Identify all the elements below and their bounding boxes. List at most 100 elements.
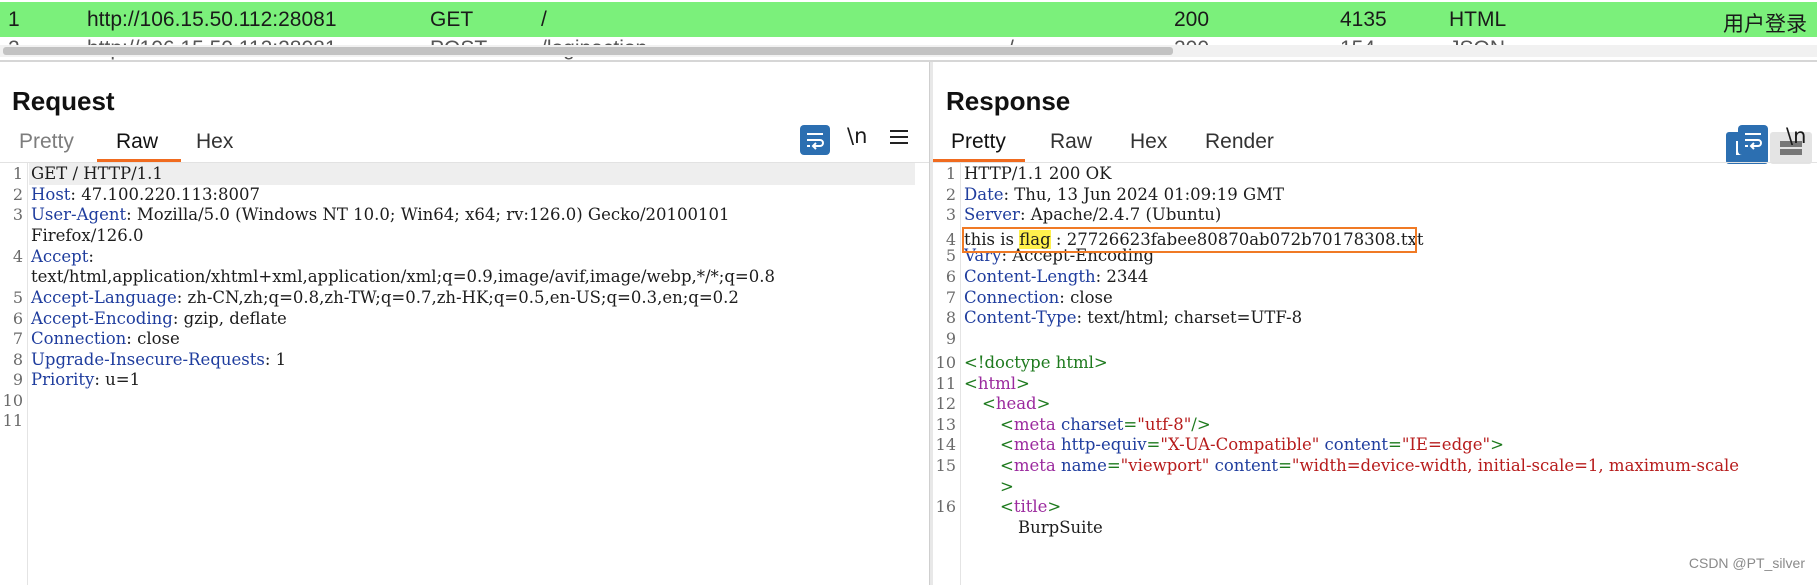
line-number: 6 (945, 267, 956, 286)
code-text: Firefox/126.0 (31, 226, 144, 245)
header-value: : u=1 (94, 370, 141, 389)
tab-raw[interactable]: Raw (1050, 130, 1092, 154)
header-value: : gzip, deflate (172, 309, 287, 328)
line-number: 4 (945, 230, 956, 249)
wrap-icon (807, 133, 824, 150)
response-title: Response (946, 86, 1071, 116)
header-value: : 2344 (1095, 267, 1149, 286)
code-text: User-Agent: Mozilla/5.0 (Windows NT 10.0… (31, 204, 730, 226)
header-value: : (88, 247, 94, 266)
header-value: : Apache/2.4.7 (Ubuntu) (1019, 205, 1222, 224)
header-name: Content-Length (964, 267, 1096, 286)
line-number: 2 (945, 185, 956, 204)
row-host: http://106.15.50.112:28081 (87, 8, 337, 31)
line-number: 11 (2, 411, 23, 430)
line-number: 10 (935, 353, 956, 372)
code-text: Content-Length: 2344 (964, 266, 1148, 288)
code-text: GET / HTTP/1.1 (31, 164, 163, 183)
code-text: Host: 47.100.220.113:8007 (31, 184, 260, 206)
header-value: : Mozilla/5.0 (Windows NT 10.0; Win64; x… (126, 205, 730, 224)
code-text: Connection: close (31, 328, 180, 350)
horizontal-scrollbar[interactable] (0, 45, 1817, 57)
header-name: Content-Type (964, 308, 1077, 327)
row-method: GET (430, 8, 474, 31)
code-text: Priority: u=1 (31, 369, 140, 391)
line-number: 14 (935, 435, 956, 454)
line-number: 6 (12, 309, 23, 328)
tab-pretty[interactable]: Pretty (951, 130, 1006, 154)
title-tag: <title> (1000, 497, 1062, 516)
line-number: 7 (945, 288, 956, 307)
header-name: Server (964, 205, 1020, 224)
row-url: / (541, 8, 547, 31)
header-value: : 1 (264, 350, 287, 369)
line-number: 3 (12, 205, 23, 224)
tab-pretty[interactable]: Pretty (19, 130, 74, 154)
header-name: Connection (31, 329, 127, 348)
line-number: 9 (12, 370, 23, 389)
doctype-text: <!doctype html> (964, 353, 1108, 372)
line-number: 9 (945, 329, 956, 348)
code-text: Accept: (31, 246, 94, 268)
line-number: 2 (12, 185, 23, 204)
line-number: 5 (12, 288, 23, 307)
line-number: 11 (935, 374, 956, 393)
request-editor[interactable]: 1 GET / HTTP/1.1 2 Host: 47.100.220.113:800… (0, 163, 929, 585)
header-name: User-Agent (31, 205, 127, 224)
header-value: : zh-CN,zh;q=0.8,zh-TW;q=0.7,zh-HK;q=0.5… (176, 288, 739, 307)
html-tag: <html> (964, 374, 1030, 393)
header-name: Accept (31, 247, 89, 266)
row-mime: HTML (1449, 8, 1507, 31)
code-text: Connection: close (964, 287, 1113, 309)
meta-tag: <meta charset="utf-8"/> (1000, 415, 1211, 434)
wrap-icon (1745, 133, 1762, 150)
code-text: Content-Type: text/html; charset=UTF-8 (964, 307, 1302, 329)
title-text: BurpSuite (1018, 518, 1103, 537)
flag-annotation-box (962, 227, 1417, 253)
code-text: HTTP/1.1 200 OK (964, 164, 1112, 183)
line-number: 1 (945, 164, 956, 183)
response-editor[interactable]: 1 HTTP/1.1 200 OK 2 Date: Thu, 13 Jun 2024 … (933, 163, 1817, 585)
show-newlines-button[interactable]: \n (1786, 124, 1806, 148)
tab-hex[interactable]: Hex (196, 130, 233, 154)
line-number: 8 (12, 350, 23, 369)
word-wrap-button[interactable] (1738, 125, 1768, 155)
row-number: 1 (8, 8, 20, 31)
tab-hex[interactable]: Hex (1130, 130, 1167, 154)
show-newlines-button[interactable]: \n (847, 124, 867, 148)
watermark: CSDN @PT_silver (1688, 555, 1805, 571)
code-text: Date: Thu, 13 Jun 2024 01:09:19 GMT (964, 184, 1284, 206)
header-name: Priority (31, 370, 95, 389)
code-text: Upgrade-Insecure-Requests: 1 (31, 349, 286, 371)
header-name: Accept-Language (31, 288, 177, 307)
response-panel: Response Pretty Raw Hex Render \n 1 HTTP/… (933, 62, 1817, 585)
row-length: 4135 (1340, 8, 1387, 31)
menu-icon[interactable] (888, 126, 910, 150)
line-number: 13 (935, 415, 956, 434)
header-name: Connection (964, 288, 1060, 307)
header-value: : Thu, 13 Jun 2024 01:09:19 GMT (1003, 185, 1285, 204)
tab-raw[interactable]: Raw (116, 130, 158, 154)
row-status: 200 (1174, 8, 1210, 31)
header-name: Host (31, 185, 71, 204)
line-number: 4 (12, 247, 23, 266)
word-wrap-button[interactable] (800, 125, 830, 155)
tab-render[interactable]: Render (1205, 130, 1274, 154)
meta-tag: <meta http-equiv="X-UA-Compatible" conte… (1000, 435, 1504, 454)
tag-close: > (1000, 477, 1014, 496)
scrollbar-thumb[interactable] (3, 47, 1173, 55)
header-value: : close (1059, 288, 1113, 307)
code-text: text/html,application/xhtml+xml,applicat… (31, 267, 775, 286)
header-value: : text/html; charset=UTF-8 (1076, 308, 1303, 327)
header-name: Upgrade-Insecure-Requests (31, 350, 265, 369)
line-number: 15 (935, 456, 956, 475)
line-number: 10 (2, 391, 23, 410)
line-number: 1 (12, 164, 23, 183)
history-row-selected[interactable]: 1 http://106.15.50.112:28081 GET / 200 4… (0, 2, 1817, 38)
header-value: : close (126, 329, 180, 348)
request-panel: Request Pretty Raw Hex \n 1 GET / HTTP/1.… (0, 62, 929, 585)
request-title: Request (12, 86, 115, 116)
code-text: Accept-Encoding: gzip, deflate (31, 308, 287, 330)
meta-tag: <meta name="viewport" content="width=dev… (1000, 456, 1740, 475)
header-name: Date (964, 185, 1004, 204)
